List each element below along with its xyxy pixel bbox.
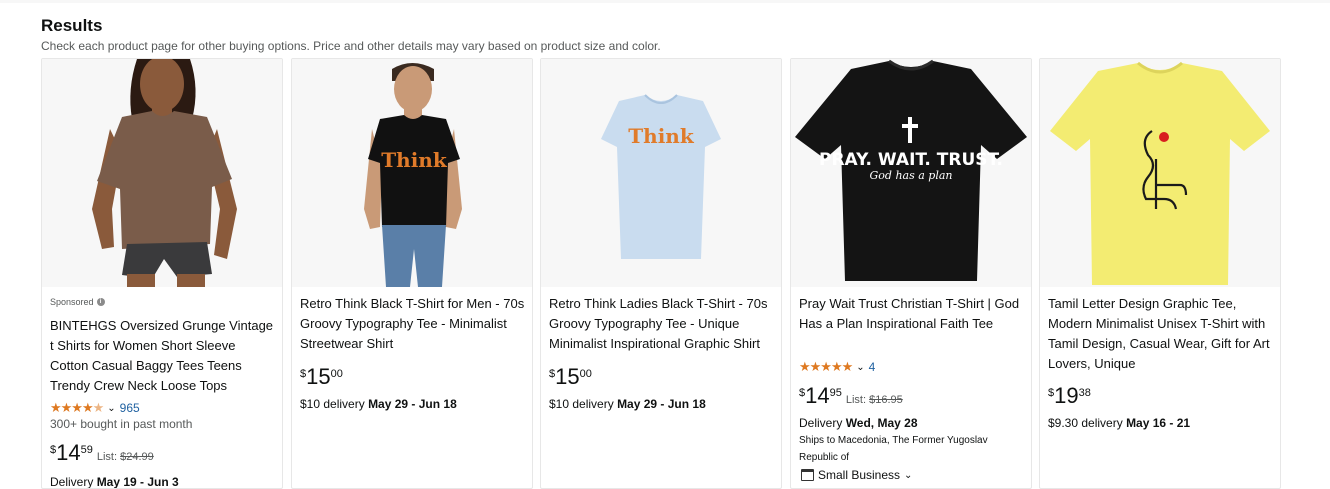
product-image-1[interactable] — [42, 59, 282, 287]
delivery-5: $9.30 delivery May 16 - 21 — [1048, 416, 1190, 430]
delivery-prefix: $10 delivery — [549, 397, 614, 411]
price-5[interactable]: $ 19 38 — [1048, 384, 1091, 408]
product-image-3[interactable]: Think — [541, 59, 781, 287]
list-label: List: — [845, 394, 867, 406]
product-title-5[interactable]: Tamil Letter Design Graphic Tee, Modern … — [1048, 294, 1274, 374]
product-card-2[interactable]: Think Retro Think Black T-Shirt for Men … — [291, 58, 533, 489]
rating-count-4[interactable]: 4 — [869, 360, 876, 374]
delivery-prefix: Delivery — [50, 475, 94, 489]
delivery-date: May 29 - Jun 18 — [368, 397, 457, 411]
product-title-4[interactable]: Pray Wait Trust Christian T-Shirt | God … — [799, 294, 1025, 334]
chevron-down-icon[interactable]: ⌄ — [107, 403, 115, 414]
small-business-label: Small Business — [818, 468, 901, 482]
results-grid: Sponsored i BINTEHGS Oversized Grunge Vi… — [41, 58, 1282, 489]
info-icon[interactable]: i — [96, 298, 105, 306]
price-fraction: 00 — [579, 368, 592, 380]
product-rating-1[interactable]: ★★★★★ ⌄ 965 — [50, 400, 140, 416]
list-price-value: $24.99 — [120, 451, 154, 463]
delivery-prefix: $9.30 delivery — [1048, 416, 1123, 430]
product-title-1[interactable]: BINTEHGS Oversized Grunge Vintage t Shir… — [50, 316, 276, 396]
delivery-2: $10 delivery May 29 - Jun 18 — [300, 397, 457, 411]
think-graphic: Think — [381, 148, 448, 172]
think-graphic: Think — [628, 124, 695, 148]
price-3[interactable]: $ 15 00 — [549, 365, 592, 389]
delivery-4: Delivery Wed, May 28 — [799, 416, 918, 430]
price-2[interactable]: $ 15 00 — [300, 365, 343, 389]
storefront-icon — [801, 469, 814, 481]
price-whole: 15 — [306, 364, 331, 389]
product-rating-4[interactable]: ★★★★★ ⌄ 4 — [799, 359, 875, 375]
delivery-1: Delivery May 19 - Jun 3 — [50, 475, 179, 489]
list-price-4: List: $16.95 — [846, 394, 903, 406]
product-card-4[interactable]: PRAY. WAIT. TRUST. God has a plan Pray W… — [790, 58, 1032, 489]
list-price-value: $16.95 — [869, 394, 903, 406]
product-image-2[interactable]: Think — [292, 59, 532, 287]
product-card-3[interactable]: Think Retro Think Ladies Black T-Shirt -… — [540, 58, 782, 489]
price-fraction: 95 — [829, 387, 842, 399]
sponsored-text: Sponsored — [50, 297, 94, 307]
price-fraction: 38 — [1078, 387, 1091, 399]
price-fraction: 00 — [330, 368, 343, 380]
ships-to-text: Ships to Macedonia, The Former Yugoslav … — [799, 435, 988, 463]
delivery-date: Wed, May 28 — [845, 416, 918, 430]
chevron-down-icon[interactable]: ⌄ — [904, 470, 912, 481]
product-title-3[interactable]: Retro Think Ladies Black T-Shirt - 70s G… — [549, 294, 775, 354]
star-rating-icon: ★★★★★ — [799, 359, 853, 374]
small-business-badge[interactable]: Small Business ⌄ — [801, 468, 912, 482]
price-4[interactable]: $ 14 95 List: $16.95 — [799, 384, 903, 408]
delivery-prefix: $10 delivery — [300, 397, 365, 411]
top-divider — [0, 0, 1330, 3]
product-title-2[interactable]: Retro Think Black T-Shirt for Men - 70s … — [300, 294, 526, 354]
god-has-plan-graphic: God has a plan — [870, 169, 953, 182]
chevron-down-icon[interactable]: ⌄ — [856, 362, 864, 373]
delivery-date: May 19 - Jun 3 — [96, 475, 179, 489]
product-card-5[interactable]: Tamil Letter Design Graphic Tee, Modern … — [1039, 58, 1281, 489]
delivery-date: May 29 - Jun 18 — [617, 397, 706, 411]
price-whole: 15 — [555, 364, 580, 389]
product-image-4[interactable]: PRAY. WAIT. TRUST. God has a plan — [791, 59, 1031, 287]
star-rating-icon: ★★★★★ — [50, 400, 104, 415]
delivery-date: May 16 - 21 — [1126, 416, 1191, 430]
product-image-5[interactable] — [1040, 59, 1280, 287]
delivery-3: $10 delivery May 29 - Jun 18 — [549, 397, 706, 411]
price-fraction: 59 — [80, 444, 93, 456]
bought-count: 300+ bought in past month — [50, 417, 193, 431]
results-subtitle: Check each product page for other buying… — [41, 39, 661, 53]
price-1[interactable]: $ 14 59 List: $24.99 — [50, 441, 154, 465]
price-whole: 14 — [56, 440, 81, 465]
price-whole: 19 — [1054, 383, 1079, 408]
sponsored-label[interactable]: Sponsored i — [50, 297, 105, 307]
price-whole: 14 — [805, 383, 830, 408]
list-price-1: List: $24.99 — [97, 451, 154, 463]
rating-count-1[interactable]: 965 — [120, 401, 140, 415]
pray-wait-trust-graphic: PRAY. WAIT. TRUST. — [819, 150, 1003, 170]
list-label: List: — [96, 451, 118, 463]
delivery-prefix: Delivery — [799, 416, 843, 430]
product-card-1[interactable]: Sponsored i BINTEHGS Oversized Grunge Vi… — [41, 58, 283, 489]
results-heading: Results — [41, 16, 103, 35]
